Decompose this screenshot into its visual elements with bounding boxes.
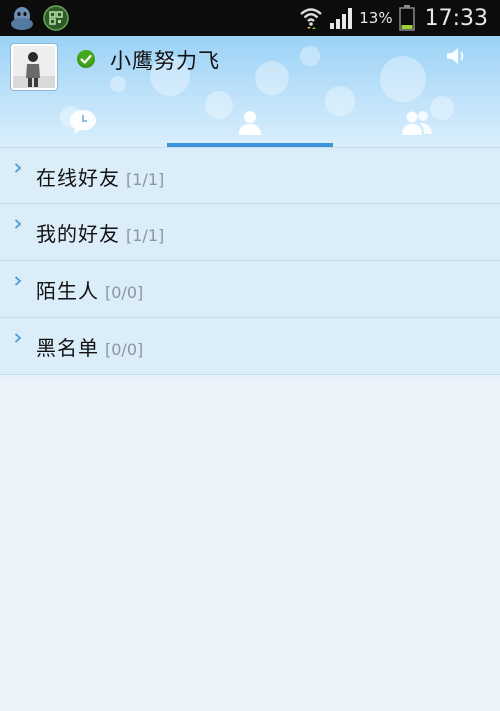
nickname[interactable]: 小鹰努力飞 <box>110 45 220 75</box>
contact-group-list: 在线好友 [1/1] 我的好友 [1/1] 陌生人 [0/0] 黑名单 [0/0] <box>0 147 500 375</box>
avatar-photo-icon <box>13 46 55 88</box>
chevron-right-icon <box>14 276 22 286</box>
group-name: 我的好友 <box>36 222 120 246</box>
group-name: 黑名单 <box>36 336 99 360</box>
group-name: 在线好友 <box>36 166 120 190</box>
qq-penguin-icon <box>11 7 33 30</box>
chevron-right-icon <box>14 333 22 343</box>
online-check-icon <box>77 50 95 68</box>
status-bar: 13% 17:33 <box>0 0 500 36</box>
tab-groups[interactable] <box>334 96 500 147</box>
chevron-right-icon <box>14 163 22 173</box>
tab-bar <box>0 96 500 147</box>
chevron-right-icon <box>14 219 22 229</box>
clock: 17:33 <box>424 5 488 31</box>
group-name: 陌生人 <box>36 279 99 303</box>
group-count: [1/1] <box>126 226 165 245</box>
app-qr-icon <box>43 5 69 31</box>
chat-bubble-icon <box>70 109 96 134</box>
group-count: [0/0] <box>105 283 144 302</box>
group-row-strangers[interactable]: 陌生人 [0/0] <box>0 261 500 318</box>
group-row-my-friends[interactable]: 我的好友 [1/1] <box>0 204 500 261</box>
group-row-blacklist[interactable]: 黑名单 [0/0] <box>0 318 500 375</box>
tab-contacts[interactable] <box>167 96 333 147</box>
signal-icon <box>330 8 353 29</box>
group-count: [1/1] <box>126 170 165 189</box>
status-left <box>8 4 70 32</box>
group-people-icon <box>402 110 432 135</box>
battery-icon <box>398 5 415 31</box>
person-icon <box>239 110 261 135</box>
avatar[interactable] <box>11 44 57 90</box>
speaker-button[interactable] <box>444 45 470 67</box>
battery-percent: 13% <box>359 9 393 27</box>
speaker-icon <box>447 48 464 64</box>
status-right: 13% 17:33 <box>299 0 488 36</box>
profile-header: 小鹰努力飞 <box>0 36 500 147</box>
group-count: [0/0] <box>105 340 144 359</box>
empty-list-area <box>0 379 500 711</box>
wifi-icon <box>300 8 323 29</box>
tab-chat[interactable] <box>0 96 166 147</box>
group-row-online[interactable]: 在线好友 [1/1] <box>0 147 500 204</box>
